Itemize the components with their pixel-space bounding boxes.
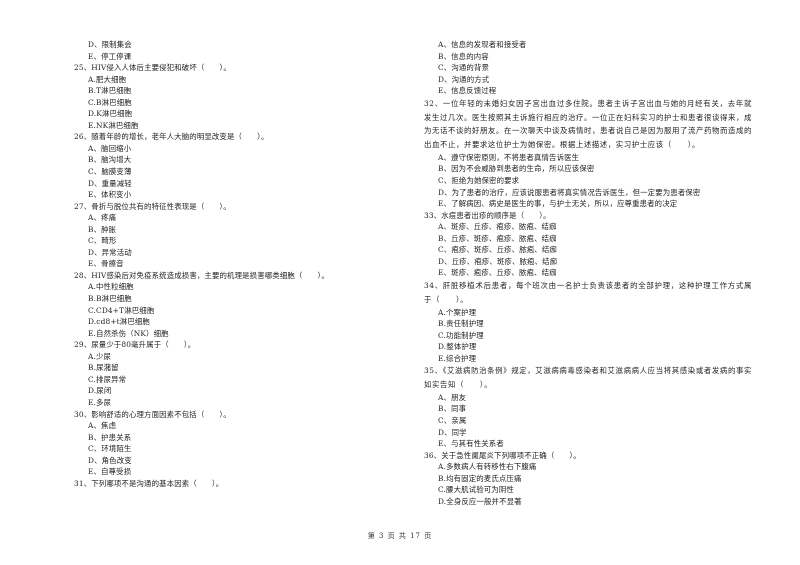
answer-option: A、斑疹、丘疹、疱疹、脓疱、结痂 xyxy=(438,222,557,232)
answer-option: C.B淋巴细胞 xyxy=(88,97,132,107)
question-text: 31、下列哪项不是沟通的基本因素（ ）。 xyxy=(74,478,224,488)
answer-option: D.全身反应一般并不显著 xyxy=(438,496,522,506)
answer-option: E.综合护理 xyxy=(438,353,477,363)
question-text: 32、一位年轻的未婚妇女因子宫出血过多住院。患者主诉子宫出血与她的月经有关，去年… xyxy=(424,98,752,150)
answer-option: C、拒绝为她保密的要求 xyxy=(438,176,520,186)
question-text: 25、HIV侵入人体后主要侵犯和破坏（ ）。 xyxy=(74,63,231,73)
answer-option: B、脑沟增大 xyxy=(88,155,132,165)
answer-option: D.cd8+t淋巴细胞 xyxy=(88,317,150,327)
answer-option: E、停工停课 xyxy=(88,51,132,61)
answer-option: A、信息的发现者和接受者 xyxy=(438,40,527,49)
answer-option: C、环境陌生 xyxy=(88,444,132,454)
question-text: 35、《艾滋病防治条例》规定，艾滋病病毒感染者和艾滋病病人应当将其感染或者发病的… xyxy=(424,366,752,390)
answer-option: D、丘疹、疱疹、斑疹、脓疱、结痂 xyxy=(438,256,558,266)
answer-option: D、同学 xyxy=(438,427,467,437)
question-text: 34、肝脏移植术后患者，每个班次由一名护士负责该患者的全部护理，这种护理工作方式… xyxy=(424,280,752,304)
answer-option: A.肥大细胞 xyxy=(88,74,127,84)
question-text: 36、关于急性阑尾炎下列哪项不正确（ ）。 xyxy=(424,450,581,460)
answer-option: A、朋友 xyxy=(438,392,467,402)
answer-option: A.少尿 xyxy=(88,351,112,361)
left-column: D、限制集会 E、停工停课 25、HIV侵入人体后主要侵犯和破坏（ ）。 A.肥大细胞… xyxy=(74,39,394,489)
answer-option: D、限制集会 xyxy=(88,40,132,49)
answer-option: B.T淋巴细胞 xyxy=(88,86,132,96)
answer-option: A、焦虑 xyxy=(88,421,117,431)
answer-option: D.整体护理 xyxy=(438,342,477,352)
answer-option: B、丘疹、斑疹、疱疹、脓疱、结痂 xyxy=(438,233,557,243)
answer-option: C、疱疹、斑疹、丘疹、脓疱、结痂 xyxy=(438,245,557,255)
answer-option: E、体积变小 xyxy=(88,190,132,200)
answer-option: C、畸形 xyxy=(88,236,117,246)
answer-option: C、脑膜变薄 xyxy=(88,167,132,177)
answer-option: B、肿胀 xyxy=(88,224,117,234)
answer-option: C.CD4+T淋巴细胞 xyxy=(88,305,155,315)
question-text: 26、随着年龄的增长，老年人大脑的明显改变是（ ）。 xyxy=(74,132,269,142)
answer-option: C、亲属 xyxy=(438,415,467,425)
answer-option: D.尿闭 xyxy=(88,386,112,396)
answer-option: A.中性粒细胞 xyxy=(88,282,134,292)
page-number: 第 3 页 共 17 页 xyxy=(367,532,433,540)
answer-option: E、信息反馈过程 xyxy=(438,86,497,96)
answer-option: D、沟通的方式 xyxy=(438,74,490,84)
answer-option: C、沟通的背景 xyxy=(438,63,490,73)
answer-option: E、骨擦音 xyxy=(88,259,124,269)
answer-option: B、信息的内容 xyxy=(438,51,489,61)
question-text: 29、尿量少于80毫升属于（ ）。 xyxy=(74,340,196,350)
answer-option: E、斑疹、疱疹、丘疹、脓疱、结痂 xyxy=(438,268,557,278)
answer-option: B、护患关系 xyxy=(88,432,132,442)
answer-option: B、同事 xyxy=(438,404,467,414)
exam-page: D、限制集会 E、停工停课 25、HIV侵入人体后主要侵犯和破坏（ ）。 A.肥大细胞… xyxy=(0,0,800,565)
answer-option: D、重量减轻 xyxy=(88,178,132,188)
answer-option: A.多数病人有转移性右下腹痛 xyxy=(438,462,537,472)
answer-option: D.K淋巴细胞 xyxy=(88,109,133,119)
answer-option: D、为了患者的治疗，应该说服患者将真实情况告诉医生，但一定要为患者保密 xyxy=(438,187,701,197)
question-text: 33、水痘患者出疹的顺序是（ ）。 xyxy=(424,210,551,220)
answer-option: E、自尊受损 xyxy=(88,467,132,477)
answer-option: B.尿潴留 xyxy=(88,363,119,373)
answer-option: D、角色改变 xyxy=(88,455,132,465)
answer-option: A、脑回缩小 xyxy=(88,143,132,153)
answer-option: A、遵守保密原则，不将患者真情告诉医生 xyxy=(438,152,580,162)
answer-option: E、了解病因、病史是医生的事，与护士无关，所以，应尊重患者的决定 xyxy=(438,199,678,209)
answer-option: C.排尿异常 xyxy=(88,374,127,384)
right-column: A、信息的发现者和接受者 B、信息的内容 C、沟通的背景 D、沟通的方式 E、信息反馈过… xyxy=(424,39,754,507)
answer-option: E.自然杀伤（NK）细胞 xyxy=(88,328,169,338)
answer-option: C.腰大肌试验可为阴性 xyxy=(438,485,514,495)
answer-option: C.功能制护理 xyxy=(438,330,484,340)
answer-option: A.个案护理 xyxy=(438,307,477,317)
question-text: 28、HIV感染后对免疫系统造成损害，主要的机理是损害哪类细胞（ ）。 xyxy=(74,270,329,280)
answer-option: B、因为不会威胁到患者的生命，所以应该保密 xyxy=(438,164,595,174)
answer-option: B.B淋巴细胞 xyxy=(88,294,132,304)
answer-option: A、疼痛 xyxy=(88,213,117,223)
question-text: 30、影响舒适的心理方面因素不包括（ ）。 xyxy=(74,409,231,419)
answer-option: E、与其有性关系者 xyxy=(438,439,504,449)
answer-option: E.NK淋巴细胞 xyxy=(88,120,139,130)
answer-option: B.责任制护理 xyxy=(438,319,484,329)
answer-option: D、异常活动 xyxy=(88,247,132,257)
answer-option: E.多尿 xyxy=(88,397,112,407)
answer-option: B.均有固定的麦氏点压痛 xyxy=(438,473,522,483)
question-text: 27、骨折与脱位共有的特征性表现是（ ）。 xyxy=(74,201,231,211)
